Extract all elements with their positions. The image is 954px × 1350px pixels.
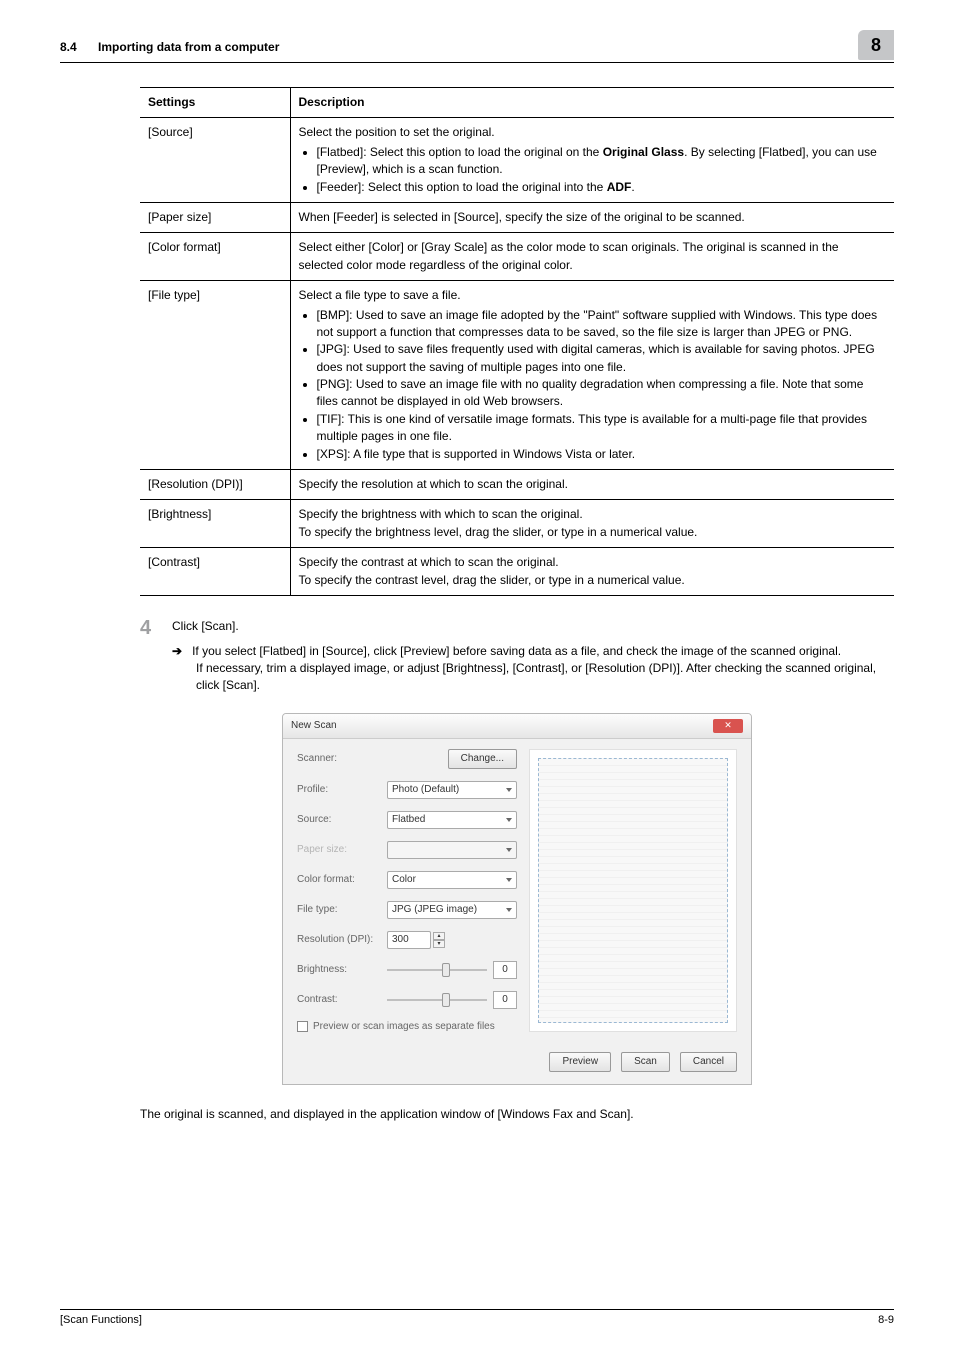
resolution-label: Resolution (DPI): <box>297 934 387 945</box>
outro-text: The original is scanned, and displayed i… <box>140 1107 894 1121</box>
source-select[interactable]: Flatbed <box>387 811 517 829</box>
bullet: [TIF]: This is one kind of versatile ima… <box>317 411 887 446</box>
paper-size-select <box>387 841 517 859</box>
substep-followup: If necessary, trim a displayed image, or… <box>140 660 894 695</box>
th-description: Description <box>290 88 894 118</box>
cell-description: Select the position to set the original.… <box>290 118 894 203</box>
source-label: Source: <box>297 814 387 825</box>
bullet: [Flatbed]: Select this option to load th… <box>317 144 887 179</box>
chevron-down-icon <box>506 818 512 822</box>
section-heading: 8.4 Importing data from a computer <box>60 30 279 54</box>
cell-setting: [Source] <box>140 118 290 203</box>
brightness-slider[interactable]: 0 <box>387 961 517 979</box>
settings-table: Settings Description [Source] Select the… <box>140 87 894 596</box>
contrast-value[interactable]: 0 <box>493 991 517 1009</box>
separate-files-label: Preview or scan images as separate files <box>313 1021 495 1032</box>
file-type-label: File type: <box>297 904 387 915</box>
cell-setting: [Paper size] <box>140 202 290 232</box>
step-substep: ➔ If you select [Flatbed] in [Source], c… <box>140 644 894 658</box>
bullet: [XPS]: A file type that is supported in … <box>317 446 887 463</box>
cell-setting: [Brightness] <box>140 500 290 548</box>
profile-select[interactable]: Photo (Default) <box>387 781 517 799</box>
profile-label: Profile: <box>297 784 387 795</box>
row-contrast: [Contrast] Specify the contrast at which… <box>140 548 894 596</box>
section-title: Importing data from a computer <box>98 40 279 54</box>
cell-description: Specify the resolution at which to scan … <box>290 470 894 500</box>
row-source: [Source] Select the position to set the … <box>140 118 894 203</box>
bullet: [PNG]: Used to save an image file with n… <box>317 376 887 411</box>
resolution-input[interactable]: 300 <box>387 931 431 949</box>
page-footer: [Scan Functions] 8-9 <box>60 1309 894 1326</box>
contrast-slider[interactable]: 0 <box>387 991 517 1009</box>
cancel-button[interactable]: Cancel <box>680 1052 737 1072</box>
chevron-down-icon <box>506 788 512 792</box>
section-number: 8.4 <box>60 40 77 54</box>
bullet: [JPG]: Used to save files frequently use… <box>317 341 887 376</box>
cell-setting: [Resolution (DPI)] <box>140 470 290 500</box>
paper-size-label: Paper size: <box>297 844 387 855</box>
chevron-down-icon <box>506 908 512 912</box>
cell-description: Specify the brightness with which to sca… <box>290 500 894 548</box>
new-scan-dialog: New Scan ✕ Scanner: Change... Profile: P… <box>282 713 752 1085</box>
cell-description: Select either [Color] or [Gray Scale] as… <box>290 233 894 281</box>
preview-pane <box>529 749 737 1032</box>
chevron-down-icon <box>506 848 512 852</box>
footer-left: [Scan Functions] <box>60 1314 142 1326</box>
preview-button[interactable]: Preview <box>549 1052 611 1072</box>
row-file-type: [File type] Select a file type to save a… <box>140 281 894 470</box>
page-header: 8.4 Importing data from a computer 8 <box>60 30 894 63</box>
color-format-label: Color format: <box>297 874 387 885</box>
change-button[interactable]: Change... <box>448 749 517 769</box>
resolution-spinner[interactable]: ▴▾ <box>433 932 445 948</box>
dialog-titlebar: New Scan ✕ <box>283 714 751 739</box>
row-color-format: [Color format] Select either [Color] or … <box>140 233 894 281</box>
row-resolution: [Resolution (DPI)] Specify the resolutio… <box>140 470 894 500</box>
cell-description: Specify the contrast at which to scan th… <box>290 548 894 596</box>
bullet: [Feeder]: Select this option to load the… <box>317 179 887 196</box>
step-number: 4 <box>140 618 172 638</box>
checkbox-icon[interactable] <box>297 1021 308 1032</box>
footer-right: 8-9 <box>878 1314 894 1326</box>
row-brightness: [Brightness] Specify the brightness with… <box>140 500 894 548</box>
dialog-title: New Scan <box>291 720 337 731</box>
contrast-label: Contrast: <box>297 994 387 1005</box>
close-icon[interactable]: ✕ <box>713 719 743 733</box>
desc-intro: Select the position to set the original. <box>299 124 887 141</box>
row-paper-size: [Paper size] When [Feeder] is selected i… <box>140 202 894 232</box>
th-settings: Settings <box>140 88 290 118</box>
desc-intro: Select a file type to save a file. <box>299 287 887 304</box>
substep-text: If you select [Flatbed] in [Source], cli… <box>192 644 894 658</box>
cell-setting: [Color format] <box>140 233 290 281</box>
chapter-tab: 8 <box>858 30 894 60</box>
brightness-label: Brightness: <box>297 964 387 975</box>
scanner-label: Scanner: <box>297 753 387 764</box>
scan-button[interactable]: Scan <box>621 1052 670 1072</box>
chevron-down-icon <box>506 878 512 882</box>
step-text: Click [Scan]. <box>172 618 894 635</box>
step-4: 4 Click [Scan]. <box>140 618 894 638</box>
bullet: [BMP]: Used to save an image file adopte… <box>317 307 887 342</box>
color-format-select[interactable]: Color <box>387 871 517 889</box>
arrow-icon: ➔ <box>172 644 182 658</box>
file-type-select[interactable]: JPG (JPEG image) <box>387 901 517 919</box>
cell-description: Select a file type to save a file. [BMP]… <box>290 281 894 470</box>
preview-document <box>538 758 728 1023</box>
separate-files-row[interactable]: Preview or scan images as separate files <box>297 1021 517 1032</box>
cell-setting: [Contrast] <box>140 548 290 596</box>
cell-setting: [File type] <box>140 281 290 470</box>
brightness-value[interactable]: 0 <box>493 961 517 979</box>
cell-description: When [Feeder] is selected in [Source], s… <box>290 202 894 232</box>
